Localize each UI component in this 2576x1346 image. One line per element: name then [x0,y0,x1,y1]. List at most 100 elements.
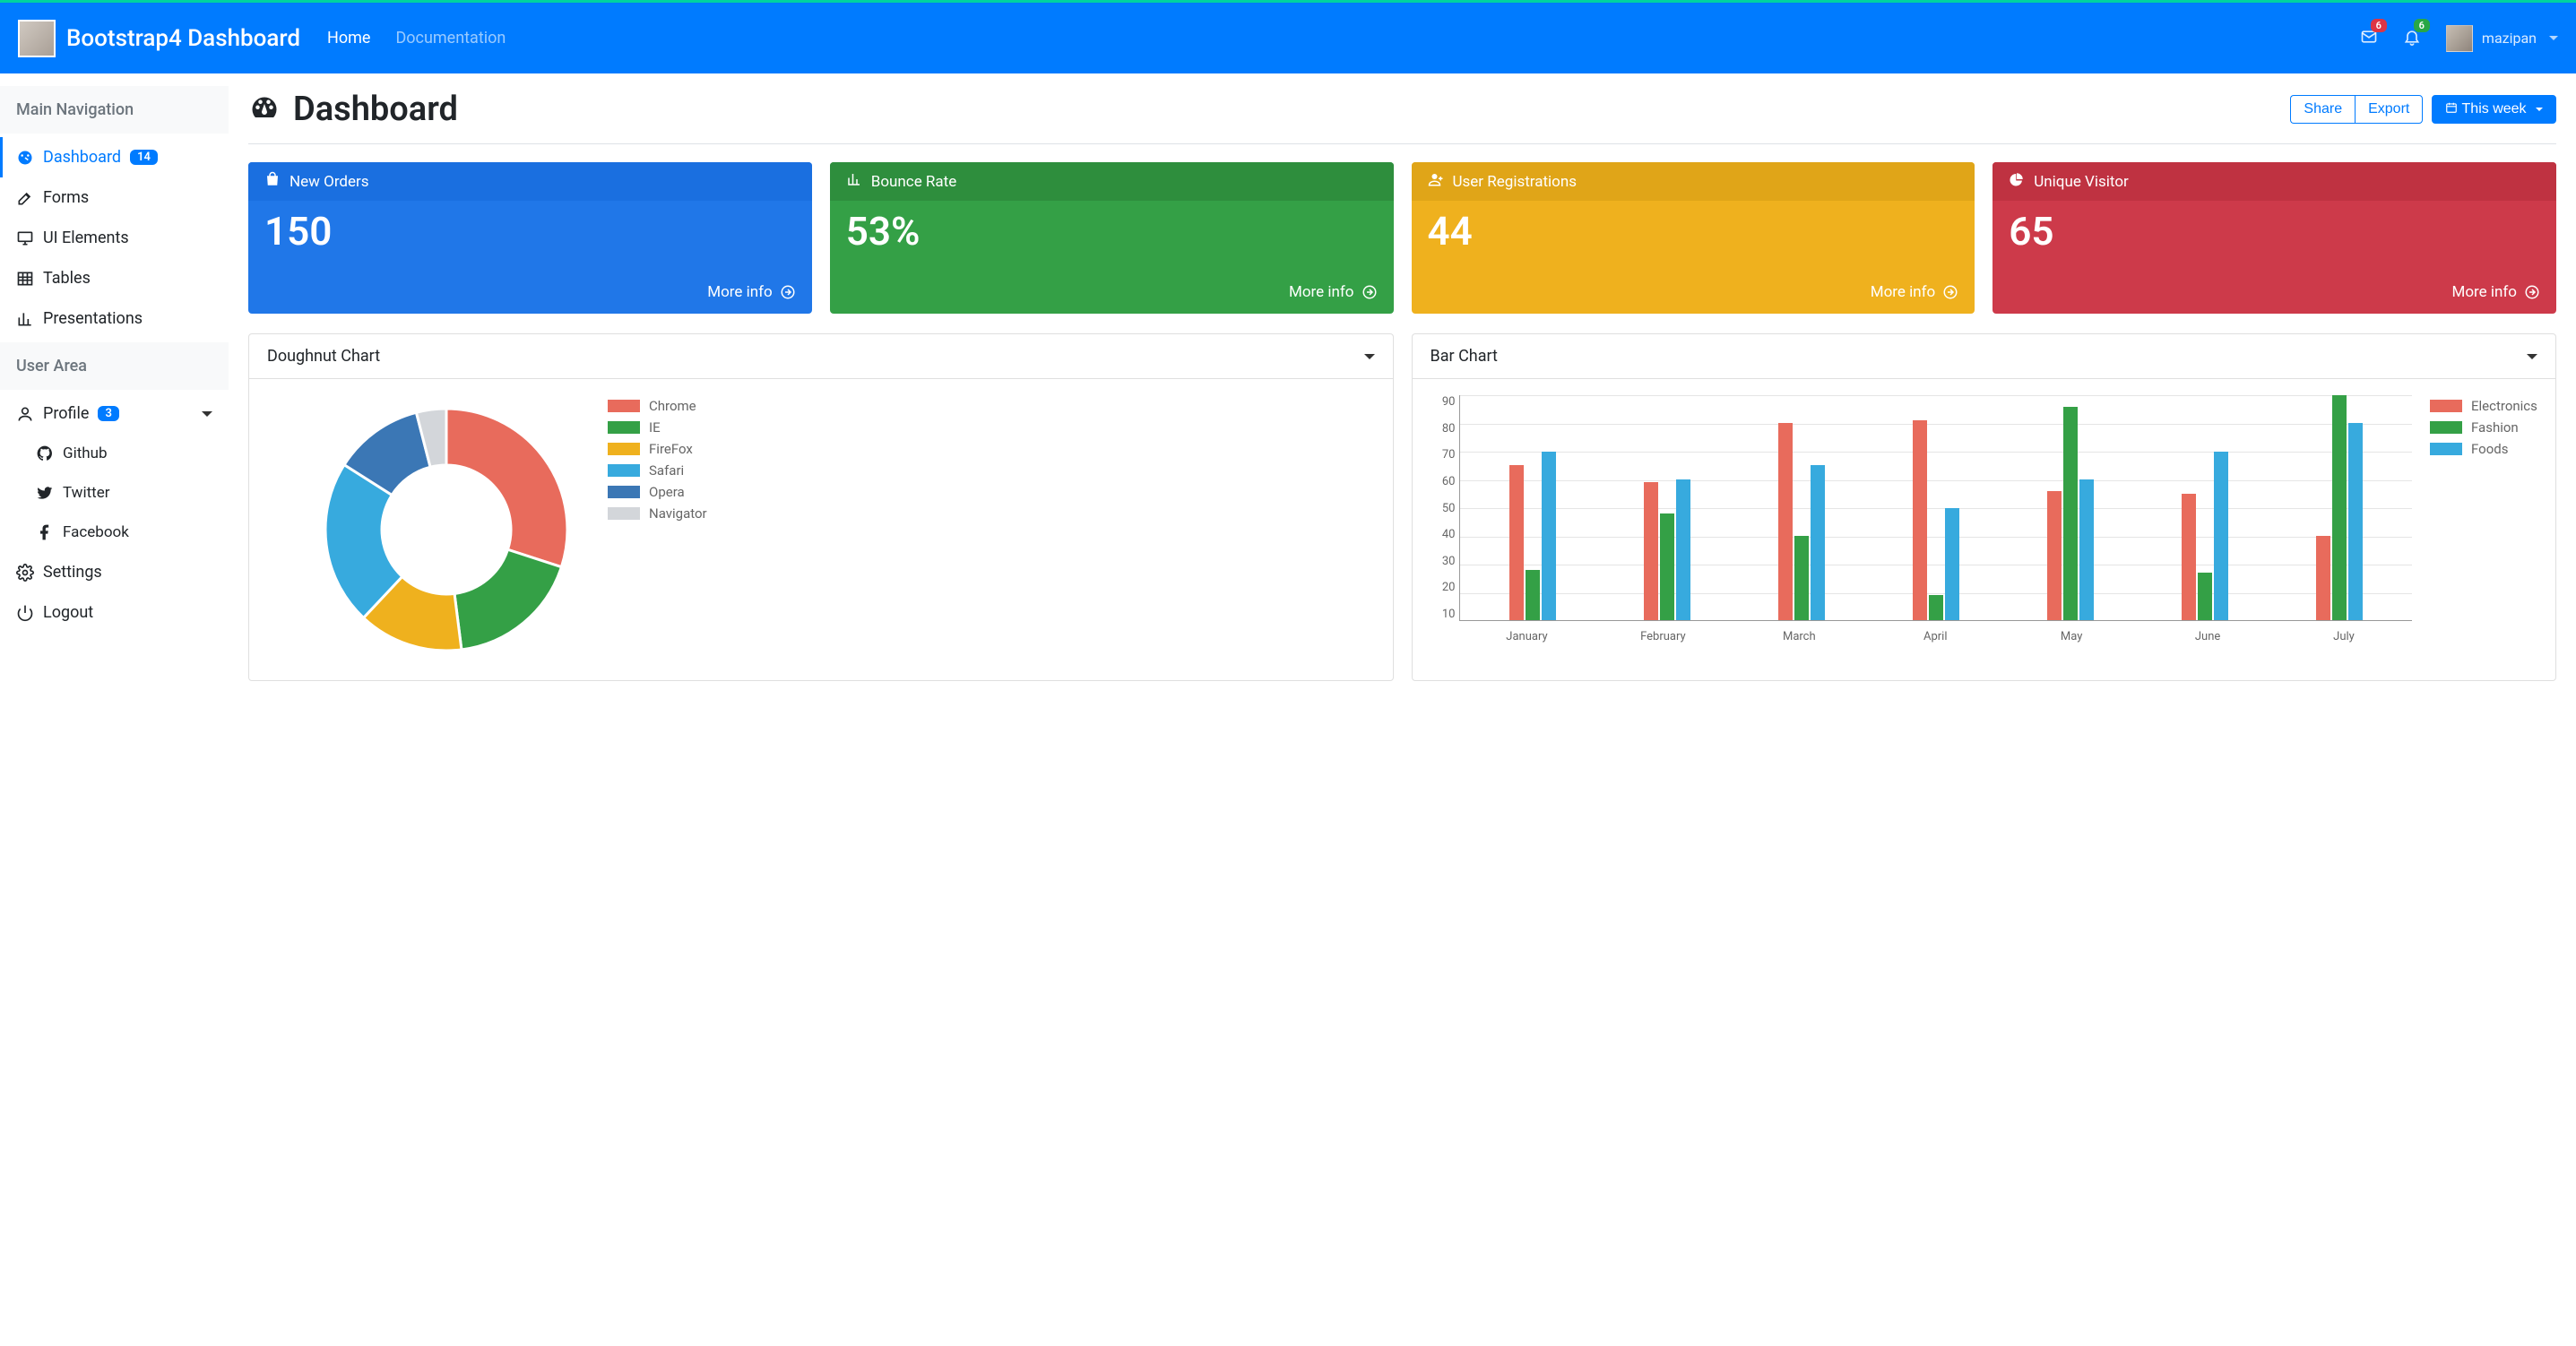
user-icon [16,405,34,423]
bar-card: Bar Chart 908070605040302010 JanuaryFebr… [1412,333,2557,681]
desktop-icon [16,229,34,247]
doughnut-chart [312,395,581,664]
bar[interactable] [2047,491,2062,620]
sidebar-item-profile[interactable]: Profile 3 [0,393,229,434]
bar[interactable] [2316,536,2330,620]
more-info-link[interactable]: More info [248,271,812,314]
legend-label: Chrome [649,398,696,414]
more-info-link[interactable]: More info [830,271,1394,314]
alerts-button[interactable]: 6 [2403,28,2421,49]
bar[interactable] [1794,536,1809,620]
gear-icon [16,564,34,582]
legend-item[interactable]: Safari [608,460,707,481]
legend-item[interactable]: Foods [2430,438,2537,460]
sidebar-item-logout[interactable]: Logout [0,592,229,633]
period-dropdown[interactable]: This week [2432,95,2556,124]
sidebar-header-main: Main Navigation [0,86,229,134]
more-info-link[interactable]: More info [1412,271,1975,314]
mail-badge: 6 [2371,19,2387,32]
sidebar-item-ui-elements[interactable]: UI Elements [0,218,229,258]
bar[interactable] [1644,482,1658,620]
nav-documentation[interactable]: Documentation [395,29,506,47]
legend-item[interactable]: Navigator [608,503,707,524]
export-button[interactable]: Export [2355,95,2423,124]
sidebar-item-dashboard[interactable]: Dashboard 14 [0,137,229,177]
sidebar-item-label: Settings [43,563,102,582]
bar[interactable] [2079,479,2094,620]
sidebar-item-github[interactable]: Github [0,434,229,473]
legend-item[interactable]: FireFox [608,438,707,460]
sidebar-item-twitter[interactable]: Twitter [0,473,229,513]
stat-value: 150 [248,201,812,271]
bar[interactable] [1778,423,1793,620]
sidebar-item-facebook[interactable]: Facebook [0,513,229,552]
bar[interactable] [1542,452,1556,620]
github-icon [36,444,54,462]
mail-button[interactable]: 6 [2360,28,2378,49]
dashboard-icon [16,149,34,167]
arrow-circle-right-icon [780,284,796,300]
bar[interactable] [1660,513,1674,620]
legend-swatch [608,486,640,498]
legend-item[interactable]: Electronics [2430,395,2537,417]
card-menu-toggle[interactable] [1364,354,1375,359]
stat-value: 53% [830,201,1394,271]
legend-item[interactable]: Chrome [608,395,707,417]
bar[interactable] [2214,452,2228,620]
arrow-circle-right-icon [1361,284,1378,300]
legend-swatch [2430,400,2462,412]
bar[interactable] [1929,595,1943,620]
x-tick: May [2003,625,2139,646]
bar[interactable] [1676,479,1690,620]
sidebar-item-tables[interactable]: Tables [0,258,229,298]
stat-title: Bounce Rate [871,173,956,191]
sidebar-item-forms[interactable]: Forms [0,177,229,218]
card-title: Bar Chart [1431,347,1498,366]
legend-swatch [608,443,640,455]
alerts-badge: 6 [2414,19,2430,32]
sidebar-item-label: Forms [43,188,89,207]
edit-icon [16,189,34,207]
legend-item[interactable]: Opera [608,481,707,503]
brand[interactable]: Bootstrap4 Dashboard [18,20,300,57]
legend-label: IE [649,419,661,436]
sidebar-item-label: Tables [43,269,91,288]
brand-title: Bootstrap4 Dashboard [66,25,300,52]
chevron-down-icon [202,411,212,417]
bar[interactable] [1509,465,1524,620]
legend-item[interactable]: Fashion [2430,417,2537,438]
bar[interactable] [2063,407,2078,620]
nav-home[interactable]: Home [327,29,370,47]
user-plus-icon [1428,171,1444,192]
bar[interactable] [1913,420,1927,620]
legend-label: Safari [649,462,684,479]
sidebar-item-settings[interactable]: Settings [0,552,229,592]
bar[interactable] [2182,494,2196,620]
x-tick: January [1459,625,1595,646]
bar[interactable] [1811,465,1825,620]
x-tick: April [1867,625,2003,646]
topbar-right: 6 6 mazipan [2360,25,2558,52]
twitter-icon [36,484,54,502]
x-tick: June [2139,625,2276,646]
legend-item[interactable]: IE [608,417,707,438]
brand-logo [18,20,56,57]
topbar: Bootstrap4 Dashboard Home Documentation … [0,0,2576,73]
table-icon [16,270,34,288]
share-button[interactable]: Share [2290,95,2355,124]
bar[interactable] [2348,423,2363,620]
card-menu-toggle[interactable] [2527,354,2537,359]
bar[interactable] [1945,508,1959,621]
sidebar-item-label: UI Elements [43,229,129,247]
charts-row: Doughnut Chart ChromeIEFireFoxSafariOper… [248,333,2556,681]
sidebar-item-presentations[interactable]: Presentations [0,298,229,339]
stat-value: 44 [1412,201,1975,271]
more-info-link[interactable]: More info [1993,271,2556,314]
bar[interactable] [1526,570,1540,620]
user-menu[interactable]: mazipan [2446,25,2558,52]
bar-chart: 908070605040302010 JanuaryFebruaryMarchA… [1431,395,2413,646]
bar[interactable] [2332,395,2347,620]
bar[interactable] [2198,573,2212,620]
x-tick: March [1731,625,1867,646]
doughnut-card: Doughnut Chart ChromeIEFireFoxSafariOper… [248,333,1394,681]
